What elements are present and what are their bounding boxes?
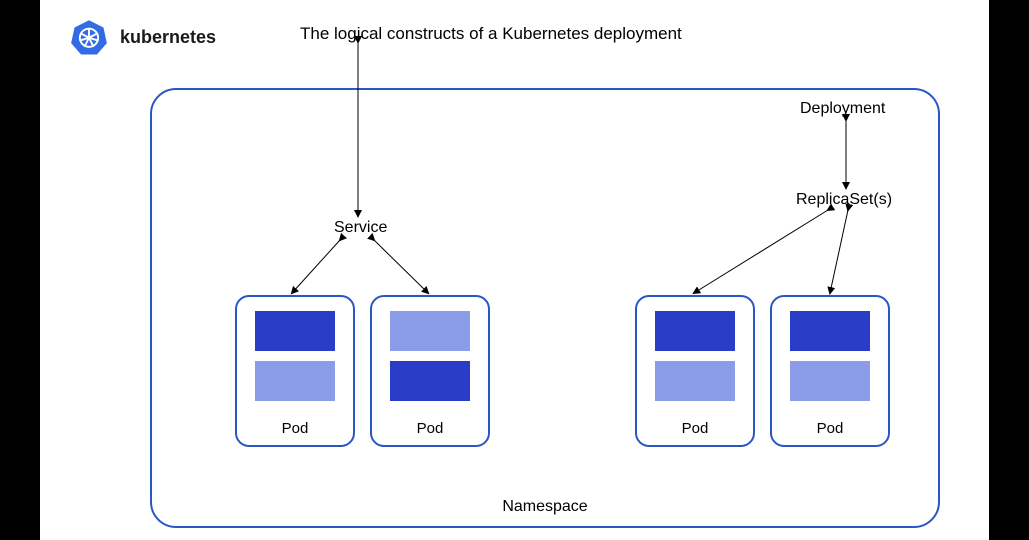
namespace-label: Namespace (152, 498, 938, 516)
container-block (790, 361, 870, 401)
pod-label: Pod (682, 420, 709, 437)
brand-text: kubernetes (120, 27, 216, 48)
kubernetes-logo-icon (70, 18, 108, 56)
pod-label: Pod (417, 420, 444, 437)
pod-box: Pod (770, 295, 890, 447)
container-block (655, 311, 735, 351)
service-label: Service (334, 219, 387, 237)
pod-label: Pod (282, 420, 309, 437)
pod-box: Pod (635, 295, 755, 447)
pod-box: Pod (370, 295, 490, 447)
replicaset-label: ReplicaSet(s) (796, 191, 892, 209)
pod-label: Pod (817, 420, 844, 437)
deployment-label: Deployment (800, 100, 885, 118)
pod-box: Pod (235, 295, 355, 447)
slide-title: The logical constructs of a Kubernetes d… (300, 24, 682, 44)
header: kubernetes (70, 18, 216, 56)
container-block (390, 311, 470, 351)
container-block (655, 361, 735, 401)
container-block (390, 361, 470, 401)
container-block (255, 361, 335, 401)
container-block (790, 311, 870, 351)
container-block (255, 311, 335, 351)
slide: kubernetes The logical constructs of a K… (40, 0, 989, 540)
